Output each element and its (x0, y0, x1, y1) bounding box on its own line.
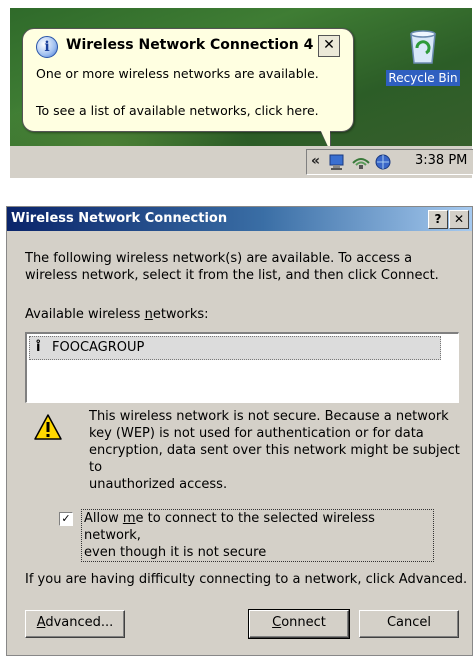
help-button[interactable]: ? (428, 210, 448, 229)
dialog-titlebar[interactable]: Wireless Network Connection ? ✕ (7, 207, 472, 231)
allow-insecure-label[interactable]: Allow me to connect to the selected wire… (81, 509, 434, 562)
allow-insecure-checkbox[interactable]: ✓ (59, 512, 73, 526)
intro-text: The following wireless network(s) are av… (25, 250, 439, 284)
speaker-globe-icon[interactable] (373, 153, 393, 171)
close-button[interactable]: ✕ (449, 210, 469, 229)
tray-expand-chevron[interactable]: « (311, 153, 320, 169)
advanced-hint: If you are having difficulty connecting … (25, 572, 468, 587)
connect-accel: C (272, 615, 282, 630)
dialog-title: Wireless Network Connection (11, 211, 228, 226)
allow-label-line-2: even though it is not secure (84, 545, 267, 560)
balloon-link-text[interactable]: To see a list of available networks, cli… (36, 103, 319, 118)
balloon-message: One or more wireless networks are availa… (36, 66, 319, 81)
warning-line-3: encryption, data sent over this network … (89, 443, 460, 475)
network-monitor-icon[interactable] (327, 153, 347, 171)
balloon-title: Wireless Network Connection 4 (66, 37, 314, 53)
wireless-connection-dialog: Wireless Network Connection ? ✕ The foll… (6, 206, 473, 656)
wireless-network-icon[interactable] (351, 153, 371, 171)
allow-label-pre: Allow (84, 511, 123, 526)
allow-label-accel: m (122, 511, 136, 526)
taskbar: « 3:38 PM (10, 146, 473, 178)
connect-label: onnect (281, 615, 326, 630)
advanced-button[interactable]: Advanced... (25, 610, 125, 638)
available-label-accel: n (144, 307, 153, 322)
advanced-label: dvanced... (45, 615, 114, 630)
intro-line-1: The following wireless network(s) are av… (25, 251, 413, 266)
balloon-close-button[interactable]: ✕ (318, 35, 340, 57)
recycle-bin-icon (410, 30, 436, 64)
cancel-button[interactable]: Cancel (359, 610, 459, 638)
intro-line-2: wireless network, select it from the lis… (25, 268, 439, 283)
warning-line-1: This wireless network is not secure. Bec… (89, 409, 449, 424)
network-list-item[interactable]: ı̊ FOOCAGROUP (29, 336, 441, 360)
available-label-pre: Available wireless (25, 307, 145, 322)
warning-icon (34, 414, 62, 440)
available-networks-label: Available wireless networks: (25, 306, 209, 323)
network-name: FOOCAGROUP (52, 340, 145, 355)
clock[interactable]: 3:38 PM (415, 153, 467, 168)
available-label-post: etworks: (152, 307, 209, 322)
recycle-bin[interactable]: Recycle Bin (380, 26, 466, 86)
warning-text: This wireless network is not secure. Bec… (89, 408, 472, 493)
warning-line-2: key (WEP) is not used for authentication… (89, 426, 424, 441)
recycle-bin-label: Recycle Bin (386, 70, 460, 86)
antenna-icon: ı̊ (36, 340, 41, 355)
network-list[interactable]: ı̊ FOOCAGROUP (25, 332, 459, 403)
connect-button[interactable]: Connect (248, 609, 350, 639)
system-tray: « 3:38 PM (306, 149, 473, 175)
warning-line-4: unauthorized access. (89, 477, 228, 492)
info-icon: i (36, 36, 58, 58)
